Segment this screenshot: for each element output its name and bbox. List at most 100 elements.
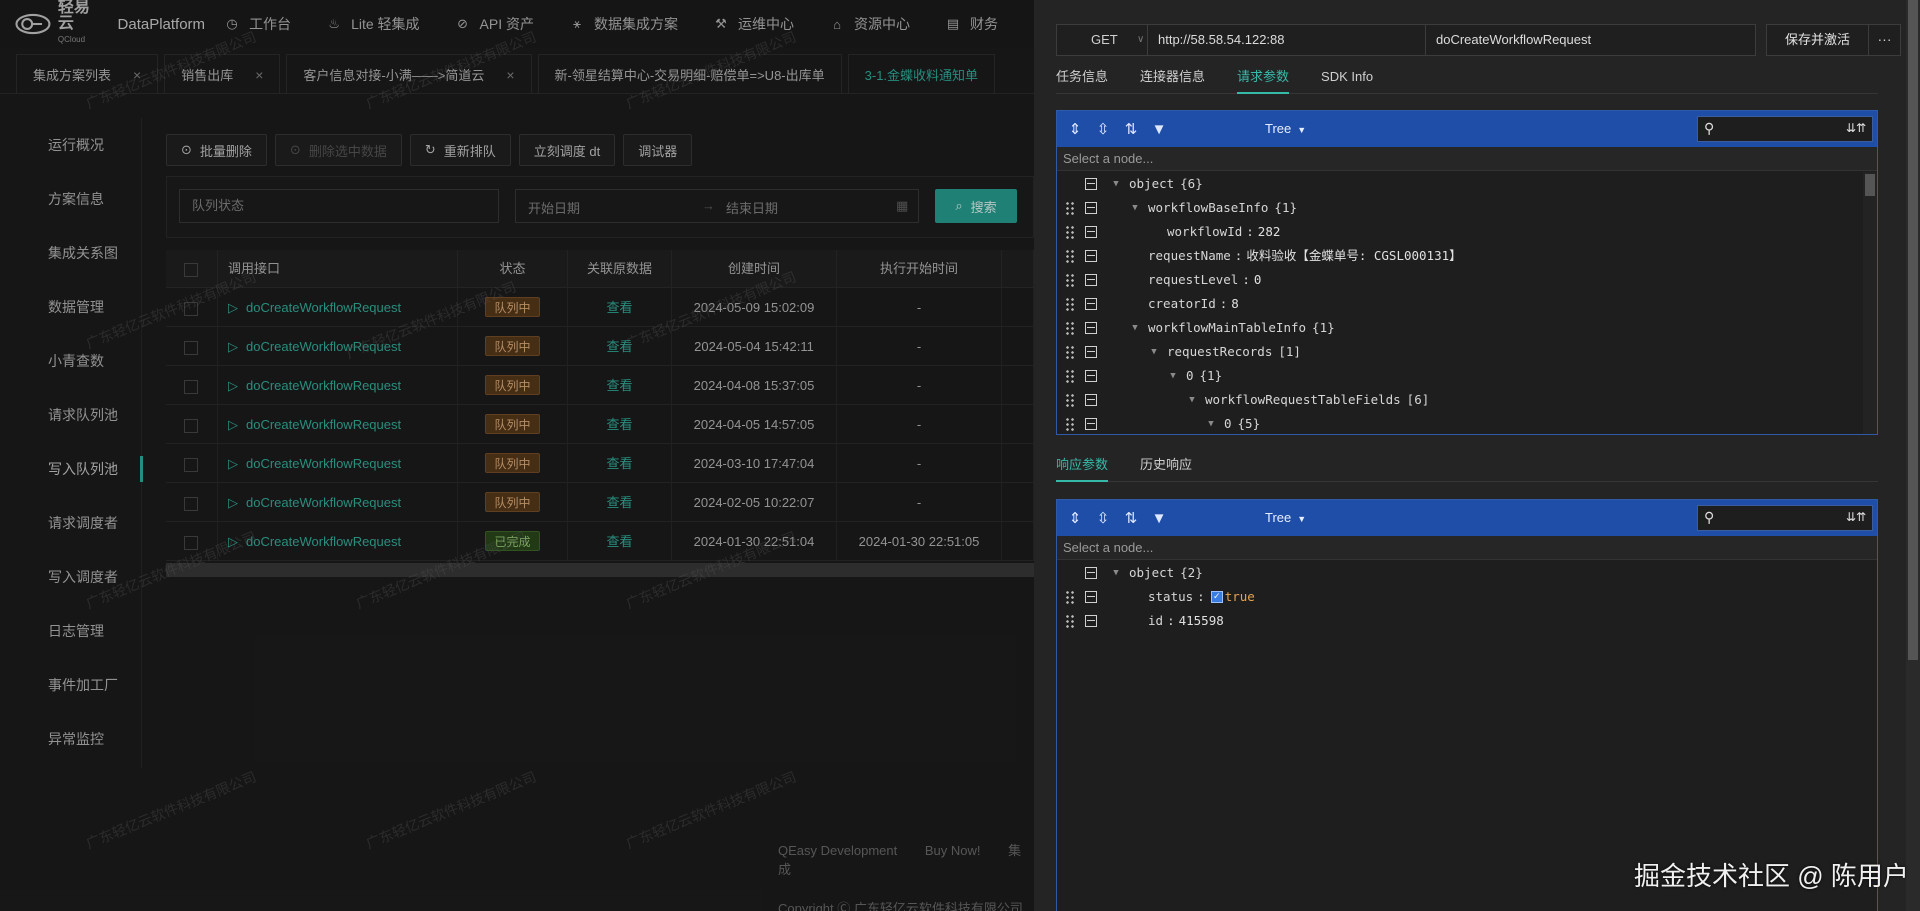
table-row[interactable]: ▷ doCreateWorkflowRequest 队列中 查看 2024-04-08 … [166,366,1034,405]
table-row[interactable]: ▷ doCreateWorkflowRequest 队列中 查看 2024-04-05 … [166,405,1034,444]
url-input[interactable]: http://58.58.54.122:88 [1148,24,1426,56]
view-link[interactable]: 查看 [606,417,632,432]
tree-node[interactable]: ▼ object {2} [1057,561,1877,585]
table-row[interactable]: ▷ doCreateWorkflowRequest 已完成 查看 2024-01-30 … [166,522,1034,561]
start-date-input[interactable]: 开始日期 [528,198,580,217]
node-value[interactable]: 收料验收【金蝶单号: CGSL000131】 [1246,244,1461,268]
sort-icon[interactable]: ⇅ [1117,509,1145,527]
context-menu-icon[interactable] [1085,591,1097,603]
sidebar-item[interactable]: 请求队列池 [0,388,141,442]
drag-handle-icon[interactable] [1065,225,1075,239]
row-checkbox[interactable] [184,418,198,433]
drag-handle-icon[interactable] [1065,393,1075,407]
drag-handle-icon[interactable] [1065,273,1075,287]
context-menu-icon[interactable] [1085,418,1097,430]
context-menu-icon[interactable] [1085,370,1097,382]
api-link[interactable]: ▷ doCreateWorkflowRequest [218,300,401,315]
schedule-now-button[interactable]: 立刻调度 dt [518,134,616,166]
nav-workbench[interactable]: ◷ 工作台 [225,14,291,34]
api-link[interactable]: ▷ doCreateWorkflowRequest [218,534,401,549]
context-menu-icon[interactable] [1085,274,1097,286]
api-link[interactable]: ▷ doCreateWorkflowRequest [218,495,401,510]
context-menu-icon[interactable] [1085,322,1097,334]
expand-toggle-icon[interactable]: ▼ [1128,316,1142,340]
queue-status-select[interactable]: 队列状态 [179,189,499,223]
context-menu-icon[interactable] [1085,226,1097,238]
expand-all-icon[interactable]: ⇕ [1061,509,1089,527]
tree-node[interactable]: ▼ workflowBaseInfo {1} [1057,196,1877,220]
sidebar-item[interactable]: 事件加工厂 [0,658,141,712]
tree-node[interactable]: ▼ workflowRequestTableFields [6] [1057,388,1877,412]
node-value[interactable]: true [1225,585,1255,609]
node-key[interactable]: object [1129,561,1174,585]
node-key[interactable]: object [1129,172,1174,196]
sidebar-item[interactable]: 请求调度者 [0,496,141,550]
api-link[interactable]: ▷ doCreateWorkflowRequest [218,417,401,432]
date-range-picker[interactable]: 开始日期 → 结束日期 ▦ [515,189,919,223]
tab-kingdee-receipt[interactable]: 3-1.金蝶收料通知单 [847,54,996,94]
row-checkbox[interactable] [184,301,198,316]
tree-node[interactable]: ▼ 0 {5} [1057,412,1877,434]
sidebar-item[interactable]: 异常监控 [0,712,141,766]
scrollbar-thumb[interactable] [1865,174,1875,196]
logo[interactable]: 轻易云 QCloud [14,0,98,48]
mode-select[interactable]: Tree ▼ [1265,510,1306,525]
sidebar-item[interactable]: 小青查数 [0,334,141,388]
debugger-button[interactable]: 调试器 [623,134,693,166]
api-link[interactable]: ▷ doCreateWorkflowRequest [218,456,401,471]
expand-all-icon[interactable]: ⇕ [1061,120,1089,138]
method-select[interactable]: GET ∨ [1056,24,1148,56]
row-checkbox[interactable] [184,379,198,394]
tree-node[interactable]: ▼ 0 {1} [1057,364,1877,388]
tree-node[interactable]: creatorId:8 [1057,292,1877,316]
tab-connector-info[interactable]: 连接器信息 [1140,62,1205,93]
api-link[interactable]: ▷ doCreateWorkflowRequest [218,378,401,393]
node-value[interactable]: 282 [1258,220,1281,244]
drag-handle-icon[interactable] [1065,297,1075,311]
node-key[interactable]: workflowMainTableInfo [1148,316,1306,340]
search-nav-icon[interactable]: ⇊⇈ [1846,121,1866,135]
expand-toggle-icon[interactable]: ▼ [1109,172,1123,196]
select-all-checkbox[interactable] [184,262,198,277]
nav-finance[interactable]: ▤ 财务 [946,14,998,34]
context-menu-icon[interactable] [1085,298,1097,310]
collapse-all-icon[interactable]: ⇳ [1089,120,1117,138]
save-activate-button[interactable]: 保存并激活 [1766,24,1870,56]
tab-customer-sync[interactable]: 客户信息对接-小满——>简道云 × [286,54,532,94]
tab-settlement[interactable]: 新-领星结算中心-交易明细-赔偿单=>U8-出库单 [537,54,842,94]
api-name-input[interactable]: doCreateWorkflowRequest [1426,24,1756,56]
close-icon[interactable]: × [506,67,514,83]
vertical-scrollbar[interactable] [1863,172,1877,434]
tree-node[interactable]: id:415598 [1057,609,1877,633]
expand-toggle-icon[interactable]: ▼ [1109,561,1123,585]
boolean-checkbox[interactable]: ✓ [1210,591,1223,603]
batch-delete-button[interactable]: ⊙ 批量删除 [166,134,267,166]
tab-request-params[interactable]: 请求参数 [1237,62,1290,94]
tree-node[interactable]: requestName: 收料验收【金蝶单号: CGSL000131】 [1057,244,1877,268]
sidebar-item[interactable]: 写入队列池 [0,442,143,496]
editor-search-input[interactable]: ⚲ ⇊⇈ [1697,505,1873,531]
context-menu-icon[interactable] [1085,202,1097,214]
tab-response-params[interactable]: 响应参数 [1056,450,1109,482]
node-key[interactable]: status [1148,585,1193,609]
editor-search-input[interactable]: ⚲ ⇊⇈ [1697,116,1873,142]
view-link[interactable]: 查看 [606,378,632,393]
view-link[interactable]: 查看 [606,495,632,510]
tab-sales-outbound[interactable]: 销售出库 × [164,54,281,94]
nav-integration[interactable]: ⚹ 数据集成方案 [570,14,678,34]
close-icon[interactable]: × [255,67,263,83]
search-button[interactable]: ⌕ 搜索 [935,189,1017,223]
node-key[interactable]: workflowRequestTableFields [1205,388,1401,412]
api-link[interactable]: ▷ doCreateWorkflowRequest [218,339,401,354]
mode-select[interactable]: Tree ▼ [1265,121,1306,136]
expand-toggle-icon[interactable]: ▼ [1166,364,1180,388]
node-key[interactable]: 0 [1224,412,1232,434]
table-row[interactable]: ▷ doCreateWorkflowRequest 队列中 查看 2024-02-05 … [166,483,1034,522]
table-row[interactable]: ▷ doCreateWorkflowRequest 队列中 查看 2024-05-04 … [166,327,1034,366]
node-key[interactable]: workflowId [1167,220,1242,244]
node-key[interactable]: requestRecords [1167,340,1272,364]
tree-node[interactable]: ▼ object {6} [1057,172,1877,196]
node-key[interactable]: workflowBaseInfo [1148,196,1268,220]
sidebar-item[interactable]: 运行概况 [0,118,141,172]
tab-solution-list[interactable]: 集成方案列表 × [16,54,159,94]
